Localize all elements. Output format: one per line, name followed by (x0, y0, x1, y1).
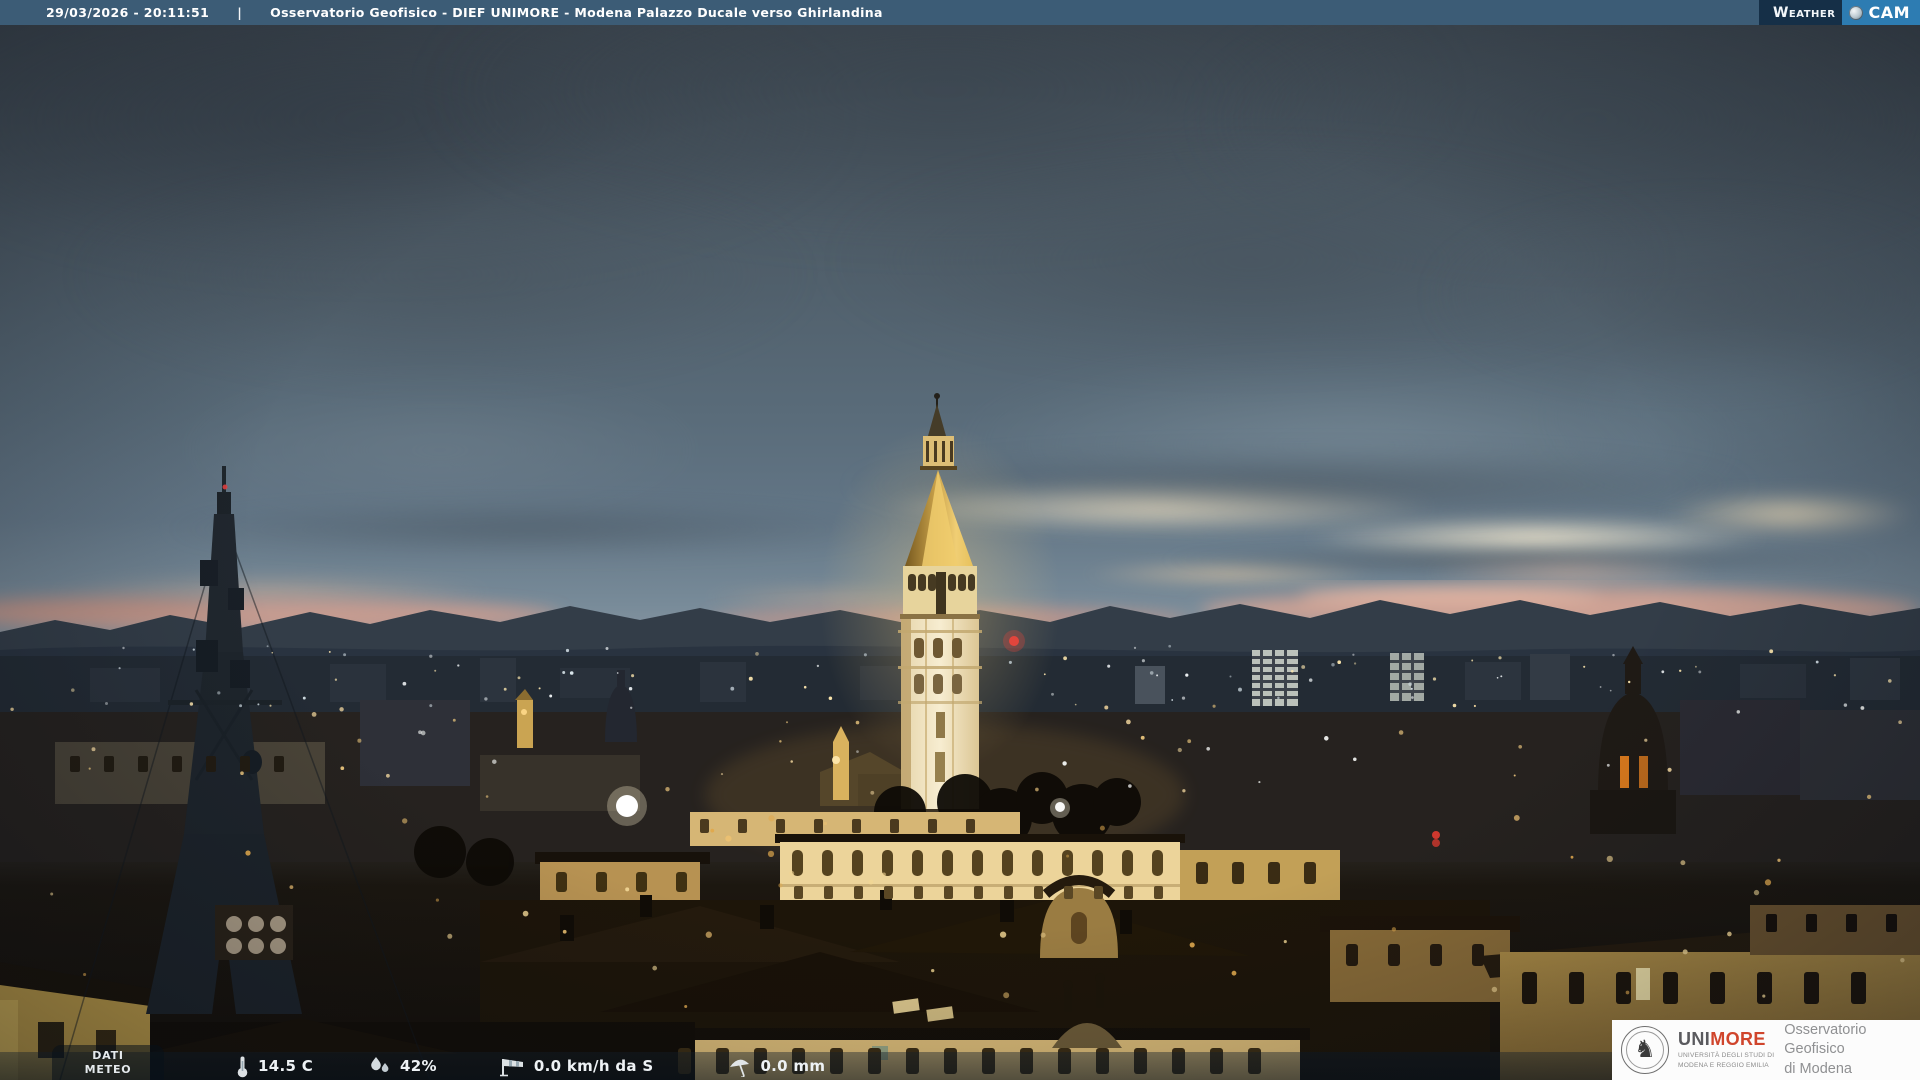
wind-value: 0.0 km/h da S (533, 1057, 654, 1075)
top-info-bar: 29/03/2026 - 20:11:51 | Osservatorio Geo… (0, 0, 1920, 25)
wind-reading: 0.0 km/h da S (499, 1056, 654, 1077)
more-text: MORE (1710, 1029, 1766, 1050)
city-scene (0, 365, 1920, 1080)
observatory-name: Osservatorio Geofisico di Modena (1784, 1022, 1867, 1077)
rain-reading: 0.0 mm (729, 1056, 825, 1077)
unimore-seal-icon: ♞ (1621, 1026, 1669, 1074)
uni-text: UNI (1678, 1029, 1711, 1050)
weathercam-accent: CAM (1842, 0, 1920, 25)
humidity-value: 42% (400, 1057, 437, 1075)
dati-meteo-tab: DATI METEO (52, 1045, 164, 1080)
unimore-wordmark: UNIMORE UNIVERSITÀ DEGLI STUDI DI MODENA… (1678, 1030, 1774, 1069)
temperature-value: 14.5 C (258, 1057, 314, 1075)
lit-belltower (517, 700, 533, 748)
wind-icon (499, 1058, 523, 1076)
rain-value: 0.0 mm (760, 1057, 826, 1075)
university-subtitle-line1: UNIVERSITÀ DEGLI STUDI DI (1678, 1052, 1775, 1060)
humidity-reading: 42% (369, 1056, 437, 1076)
weathercam-word: Weather (1772, 4, 1836, 21)
dati-label: DATI (92, 1049, 124, 1063)
rain-icon (730, 1059, 750, 1077)
separator: | (237, 5, 243, 20)
humidity-icon (371, 1057, 389, 1072)
unimore-branding-box[interactable]: ♞ UNIMORE UNIVERSITÀ DEGLI STUDI DI MODE… (1612, 1020, 1920, 1080)
globe-icon (1849, 5, 1864, 20)
thermometer-icon (237, 1056, 248, 1077)
meteo-label: METEO (84, 1062, 132, 1076)
webcam-frame: 29/03/2026 - 20:11:51 | Osservatorio Geo… (0, 0, 1920, 1080)
temperature-reading: 14.5 C (236, 1055, 313, 1078)
university-subtitle-line2: MODENA E REGGIO EMILIA (1678, 1061, 1769, 1069)
weathercam-logo[interactable]: Weather CAM (1758, 0, 1920, 25)
camera-title: Osservatorio Geofisico - DIEF UNIMORE - … (270, 5, 883, 20)
datetime-label: 29/03/2026 - 20:11:51 (46, 5, 210, 20)
weathercam-cam: CAM (1868, 3, 1910, 22)
